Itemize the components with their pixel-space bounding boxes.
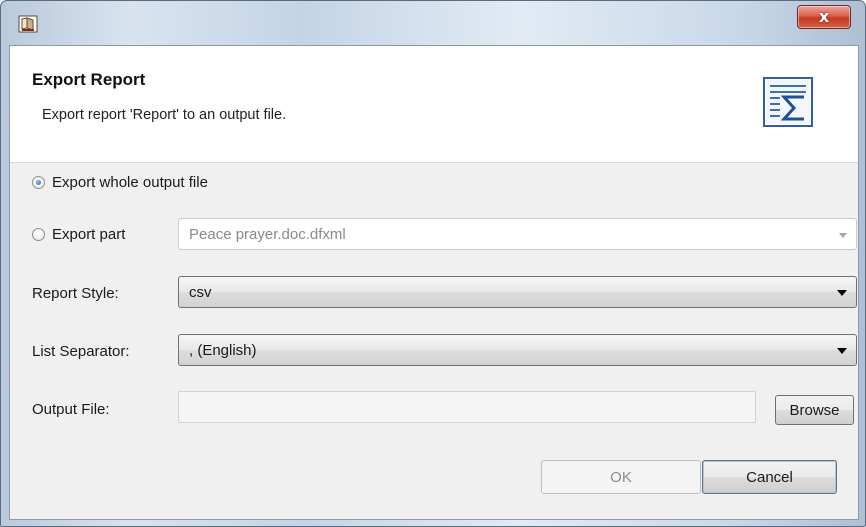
export-whole-radio-row[interactable]: Export whole output file [32, 174, 208, 191]
cancel-button[interactable]: Cancel [702, 460, 837, 494]
report-style-label: Report Style: [32, 285, 119, 302]
output-file-label: Output File: [32, 401, 110, 418]
export-part-value: Peace prayer.doc.dfxml [189, 226, 346, 243]
ok-button[interactable]: OK [541, 460, 701, 494]
list-separator-label: List Separator: [32, 343, 130, 360]
export-part-radio[interactable] [32, 228, 45, 241]
chevron-down-icon [839, 233, 847, 238]
dialog-client-area: Export Report Export report 'Report' to … [9, 45, 859, 520]
chevron-down-icon [837, 348, 847, 354]
export-whole-radio[interactable] [32, 176, 45, 189]
dialog-header: Export Report Export report 'Report' to … [10, 46, 858, 163]
export-part-label: Export part [52, 226, 126, 243]
report-style-dropdown[interactable]: csv [178, 276, 857, 308]
dialog-description: Export report 'Report' to an output file… [42, 107, 287, 123]
chevron-down-icon [837, 290, 847, 296]
export-whole-label: Export whole output file [52, 174, 208, 191]
output-file-field[interactable] [178, 391, 756, 423]
report-book-icon [18, 14, 38, 34]
browse-button[interactable]: Browse [775, 395, 854, 425]
close-button[interactable]: x [797, 5, 851, 29]
sigma-report-icon [762, 76, 814, 128]
title-bar[interactable]: x [1, 1, 865, 45]
report-style-value: csv [189, 284, 212, 301]
list-separator-dropdown[interactable]: , (English) [178, 334, 857, 366]
export-part-radio-row[interactable]: Export part [32, 226, 125, 243]
export-part-dropdown[interactable]: Peace prayer.doc.dfxml [178, 218, 857, 250]
export-report-dialog: x Export Report Export report 'Report' t… [0, 0, 866, 527]
dialog-title: Export Report [32, 70, 146, 89]
close-icon: x [818, 7, 830, 26]
list-separator-value: , (English) [189, 342, 257, 359]
